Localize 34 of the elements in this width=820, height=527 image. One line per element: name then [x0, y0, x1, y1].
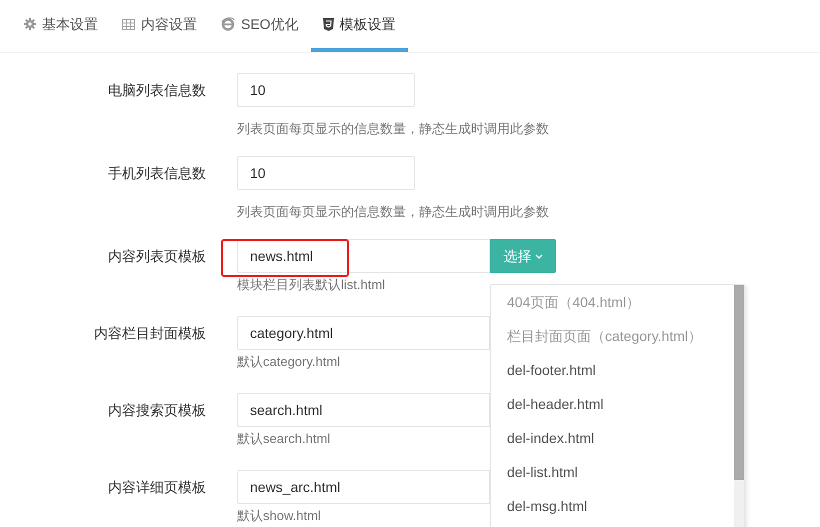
field-hint: 列表页面每页显示的信息数量，静态生成时调用此参数: [237, 120, 549, 138]
field-hint: 列表页面每页显示的信息数量，静态生成时调用此参数: [237, 203, 549, 221]
tab[interactable]: 内容设置: [110, 0, 209, 52]
input-field[interactable]: category.html: [237, 316, 490, 350]
input-field[interactable]: news.html: [237, 239, 490, 273]
field-hint: 默认category.html: [237, 353, 342, 371]
input-field[interactable]: search.html: [237, 393, 490, 427]
chevron-down-icon: [534, 254, 542, 258]
scrollbar[interactable]: [734, 285, 744, 527]
shield-icon: [322, 18, 334, 30]
input-field[interactable]: 10: [237, 73, 415, 107]
input-field[interactable]: 10: [237, 156, 415, 190]
field-label: 内容栏目封面模板: [94, 324, 206, 342]
scrollbar-thumb[interactable]: [734, 285, 744, 480]
dropdown-item[interactable]: del-msg.html: [491, 489, 734, 523]
dropdown-item[interactable]: del-header.html: [491, 387, 734, 421]
field-label: 电脑列表信息数: [108, 80, 206, 100]
field-label: 内容详细页模板: [108, 478, 206, 496]
dropdown-item[interactable]: del-footer.html: [491, 353, 734, 387]
field-label: 内容搜索页模板: [108, 400, 206, 420]
field-label: 内容列表页模板: [108, 246, 206, 266]
input-field[interactable]: news_arc.html: [237, 470, 490, 504]
field-hint: 模块栏目列表默认list.html: [237, 276, 386, 294]
table-icon: [122, 18, 135, 30]
gear-icon: [24, 18, 36, 30]
browser-e-icon: [221, 17, 235, 31]
dropdown-item[interactable]: del-index.html: [491, 421, 734, 455]
tab[interactable]: SEO优化: [209, 0, 311, 52]
field-hint: 默认search.html: [237, 430, 332, 448]
tab[interactable]: 基本设置: [12, 0, 110, 52]
tab[interactable]: 模板设置: [310, 0, 408, 52]
dropdown-item[interactable]: del-list.html: [491, 455, 734, 489]
field-hint: 默认show.html: [237, 507, 322, 525]
field-label: 手机列表信息数: [108, 164, 206, 182]
